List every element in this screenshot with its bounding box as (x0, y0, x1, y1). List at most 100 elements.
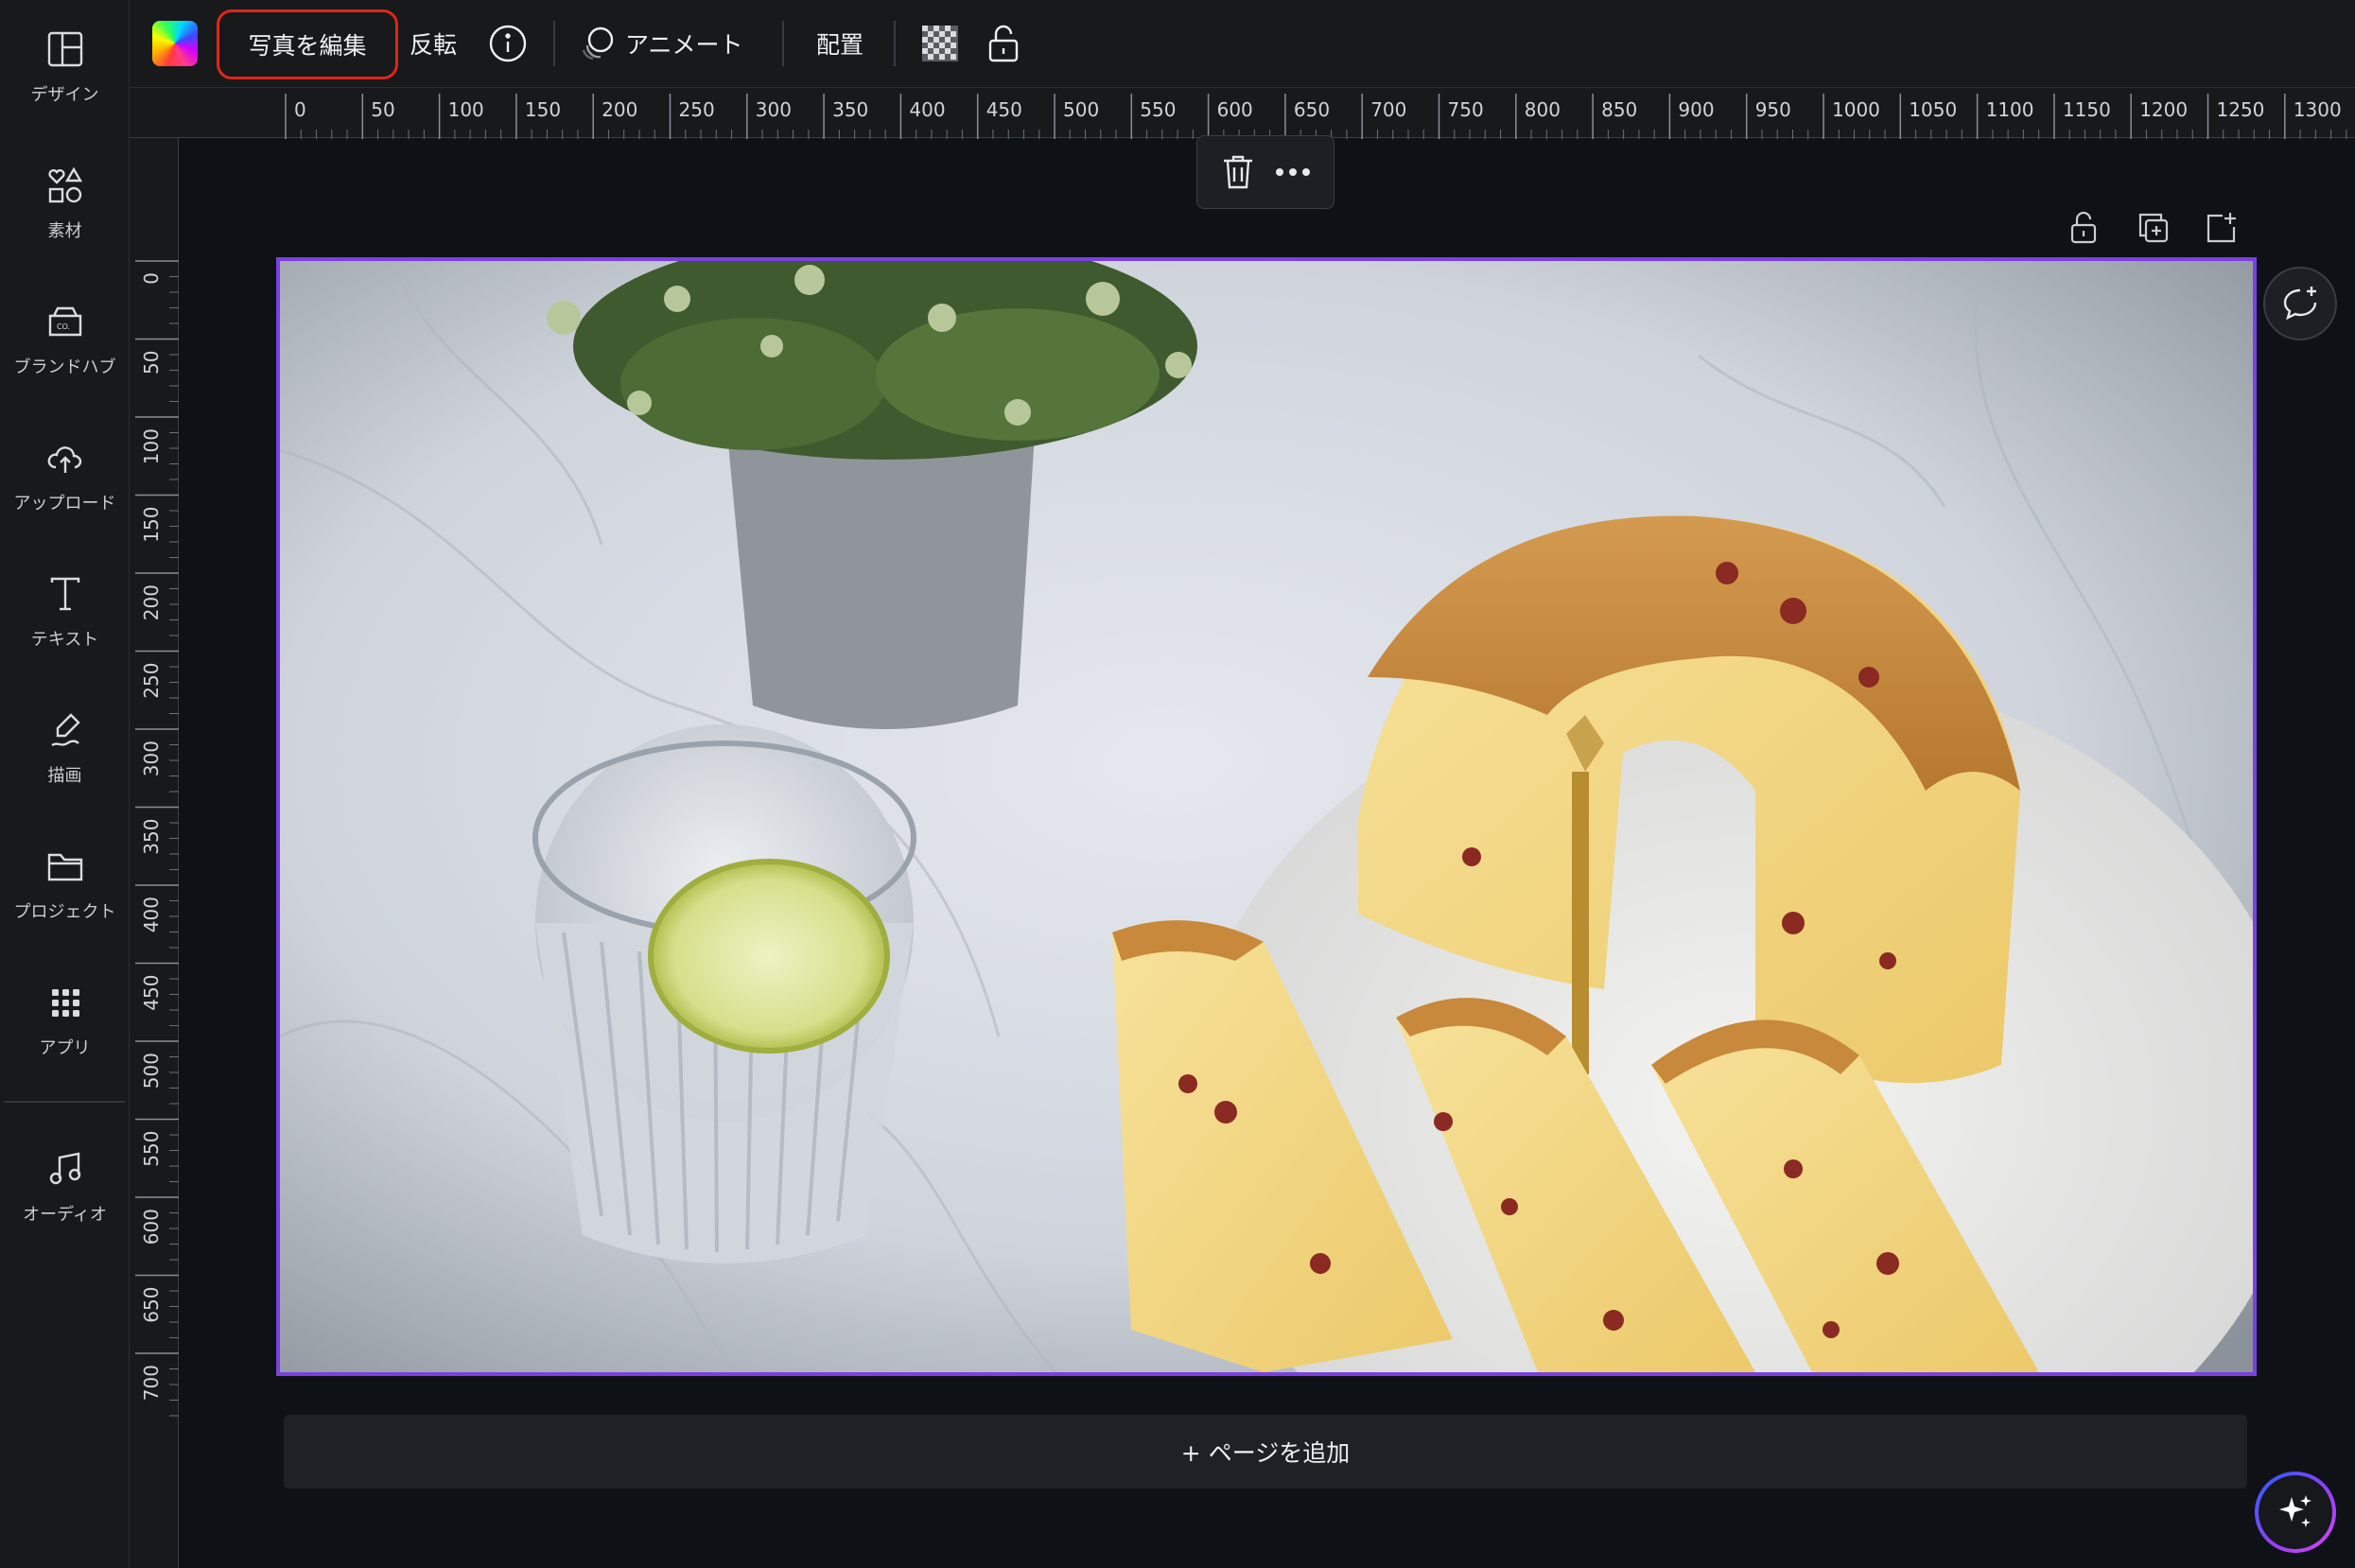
text-icon (50, 577, 79, 611)
ruler-left-label: 200 (140, 584, 163, 620)
ruler-top-label: 750 (1448, 98, 1484, 121)
ruler-top-label: 250 (679, 98, 715, 121)
element-context-bar (1196, 135, 1334, 209)
flip-button[interactable]: 反転 (410, 0, 457, 87)
ruler-left-label: 500 (140, 1053, 163, 1089)
editor-app: デザイン 素材 CO. ブランドハブ アップロード テキスト 描画 プロジェクト (0, 0, 2355, 1568)
ruler-left-label: 350 (140, 819, 163, 855)
brand-hub-icon: CO. (48, 306, 81, 337)
unlock-icon (988, 25, 1019, 62)
cloud-upload-icon (47, 446, 81, 473)
ruler-top-label: 1050 (1909, 98, 1957, 121)
edit-photo-button[interactable]: 写真を編集 (217, 9, 398, 79)
left-ruler-scale: 0 50 100 150 200 250 300 350 400 450 500 550 600 650 7… (135, 260, 179, 1417)
ruler-left-label: 0 (140, 272, 163, 285)
top-ruler[interactable]: 0 50 100 150 200 250 300 350 400 450 500 550 600 650 7… (130, 87, 2355, 139)
ruler-left-label: 400 (140, 897, 163, 932)
ruler-top-label: 900 (1678, 98, 1714, 121)
sidebar-item-elements[interactable]: 素材 (0, 165, 130, 278)
ruler-top-label: 200 (602, 98, 637, 121)
ruler-top-label: 1000 (1832, 98, 1880, 121)
sparkle-icon (2279, 1495, 2311, 1527)
add-page-icon (2207, 213, 2236, 243)
ruler-top-label: 1300 (2294, 98, 2342, 121)
ruler-left-label: 650 (140, 1287, 163, 1323)
info-icon (489, 25, 527, 62)
sidebar-item-design[interactable]: デザイン (0, 28, 130, 142)
layout-icon (47, 31, 82, 67)
ruler-left-label: 300 (140, 740, 163, 776)
sidebar-item-label: ブランドハブ (13, 357, 116, 377)
sidebar-item-label: テキスト (30, 630, 99, 650)
ruler-top-label: 1150 (2063, 98, 2111, 121)
transparency-icon (922, 26, 958, 61)
position-label: 配置 (816, 31, 864, 59)
ruler-top-label: 300 (756, 98, 792, 121)
sidebar-item-brand-hub[interactable]: CO. ブランドハブ (0, 301, 130, 414)
page-lock-button[interactable] (2067, 210, 2100, 250)
ruler-top-label: 100 (448, 98, 484, 121)
magic-assistant-button[interactable] (2255, 1472, 2336, 1553)
ruler-left-label: 250 (140, 663, 163, 699)
ruler-top-label: 0 (294, 98, 306, 121)
sidebar-item-audio[interactable]: オーディオ (0, 1148, 130, 1262)
sidebar-divider (4, 1101, 125, 1103)
ruler-left-label: 600 (140, 1209, 163, 1245)
animate-button[interactable]: アニメート (578, 0, 743, 87)
magic-assistant-inner (2259, 1475, 2332, 1549)
toolbar-separator (782, 21, 784, 66)
ruler-left-label: 50 (140, 351, 163, 375)
edit-photo-label: 写真を編集 (248, 32, 367, 60)
more-options-icon[interactable] (1274, 166, 1312, 178)
sidebar-item-label: アップロード (13, 494, 116, 514)
apps-grid-icon (51, 989, 79, 1017)
sidebar-item-text[interactable]: テキスト (0, 573, 130, 687)
ruler-top-label: 1250 (2217, 98, 2265, 121)
draw-icon (50, 713, 80, 747)
folder-icon (47, 853, 82, 881)
trash-icon[interactable] (1220, 153, 1256, 191)
add-comment-button[interactable] (2263, 267, 2337, 340)
ruler-top-label: 1100 (1986, 98, 2034, 121)
ruler-top-label: 650 (1294, 98, 1330, 121)
ruler-top-label: 700 (1370, 98, 1406, 121)
sidebar-item-draw[interactable]: 描画 (0, 709, 130, 823)
sidebar-item-apps[interactable]: アプリ (0, 982, 130, 1095)
info-button[interactable] (487, 0, 529, 87)
add-page-label: + ページを追加 (1180, 1439, 1351, 1467)
ruler-top-label: 400 (909, 98, 945, 121)
color-picker-button[interactable] (152, 21, 198, 66)
ruler-left-label: 700 (140, 1365, 163, 1401)
ruler-top-label: 150 (525, 98, 561, 121)
sidebar-item-label: アプリ (39, 1038, 91, 1058)
duplicate-icon (2138, 213, 2169, 243)
left-ruler[interactable]: 0 50 100 150 200 250 300 350 400 450 500 550 600 650 7… (130, 138, 179, 1568)
ruler-top-label: 550 (1140, 98, 1176, 121)
position-button[interactable]: 配置 (816, 0, 864, 87)
music-note-icon (49, 1152, 80, 1185)
selected-photo[interactable] (276, 257, 2257, 1376)
sidebar-item-label: 素材 (47, 221, 82, 241)
ruler-left-label: 100 (140, 428, 163, 464)
left-sidebar: デザイン 素材 CO. ブランドハブ アップロード テキスト 描画 プロジェクト (0, 0, 130, 1568)
top-toolbar: 写真を編集 反転 アニメート 配置 (130, 0, 2355, 87)
toolbar-separator (553, 21, 555, 66)
shapes-icon (47, 166, 82, 203)
ruler-top-label: 50 (371, 98, 394, 121)
ruler-top-label: 500 (1063, 98, 1099, 121)
sidebar-item-projects[interactable]: プロジェクト (0, 845, 130, 959)
sidebar-item-label: プロジェクト (13, 902, 116, 922)
comment-add-icon (2283, 287, 2317, 321)
duplicate-page-button[interactable] (2136, 210, 2172, 250)
transparency-button[interactable] (920, 0, 960, 87)
ruler-left-label: 150 (140, 507, 163, 543)
add-page-icon-button[interactable] (2204, 210, 2240, 250)
lock-button[interactable] (985, 0, 1022, 87)
photo-image (280, 261, 2253, 1372)
ruler-top-label: 1200 (2139, 98, 2188, 121)
ruler-left-label: 450 (140, 975, 163, 1011)
add-page-button[interactable]: + ページを追加 (284, 1415, 2247, 1489)
animate-label: アニメート (625, 31, 743, 59)
animate-icon (582, 26, 614, 61)
sidebar-item-uploads[interactable]: アップロード (0, 437, 130, 550)
